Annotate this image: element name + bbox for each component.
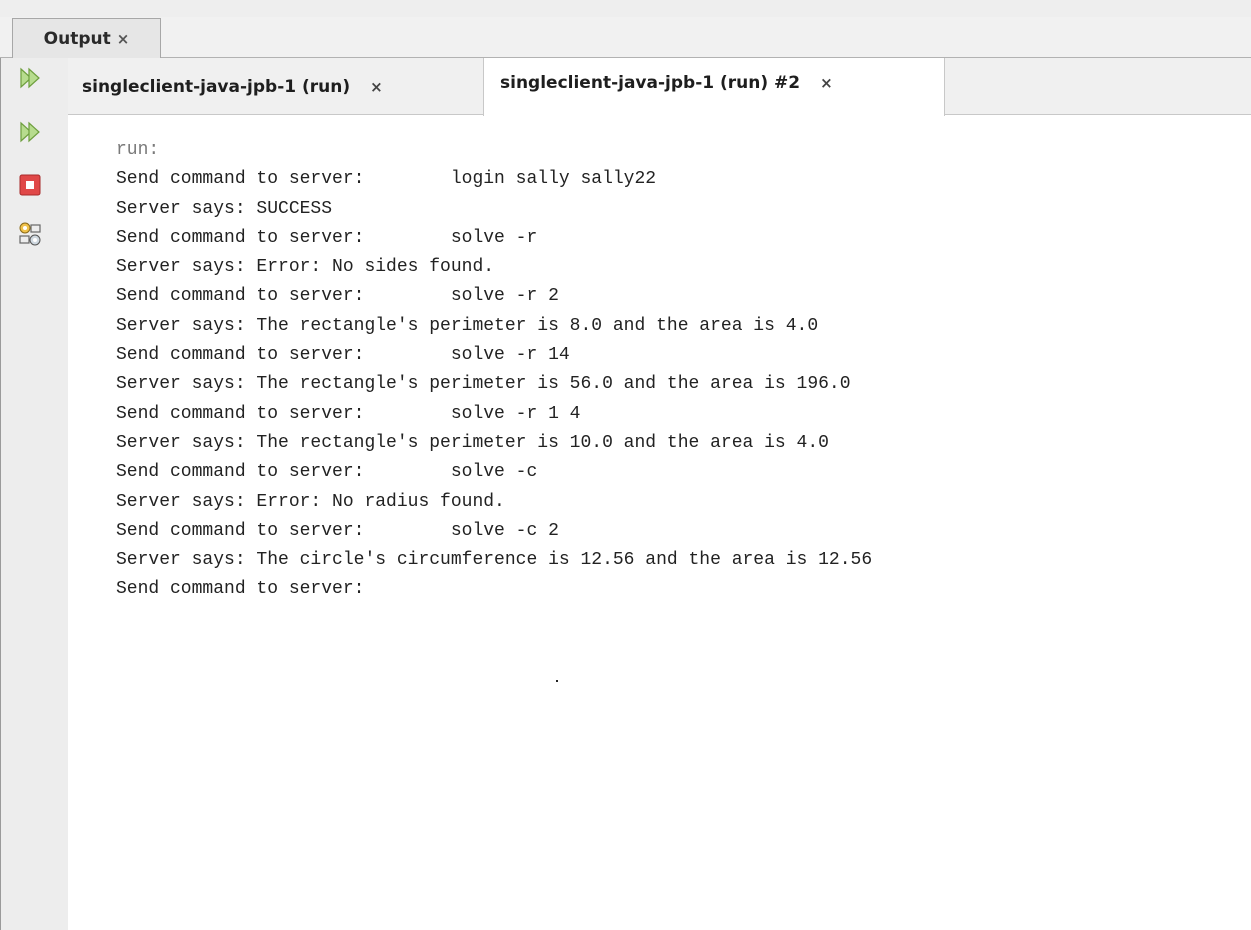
output-content: singleclient-java-jpb-1 (run) × singlecl… bbox=[68, 58, 1251, 930]
console-line: Server says: SUCCESS bbox=[116, 198, 333, 219]
rerun-icon bbox=[20, 67, 40, 89]
console-line: run: bbox=[116, 140, 160, 160]
rerun-with-options-icon bbox=[20, 121, 40, 143]
output-panel-header: Output × bbox=[0, 17, 1251, 58]
console-line: Send command to server: solve -r 2 bbox=[116, 286, 559, 307]
settings-icon bbox=[19, 222, 41, 246]
console-line: Server says: Error: No sides found. bbox=[116, 257, 495, 278]
stop-button[interactable] bbox=[18, 173, 42, 197]
tab-label: singleclient-java-jpb-1 (run) bbox=[82, 76, 351, 97]
settings-button[interactable] bbox=[18, 222, 42, 246]
tab-run-1[interactable]: singleclient-java-jpb-1 (run) × bbox=[68, 58, 483, 115]
console-line: Server says: The rectangle's perimeter i… bbox=[116, 432, 829, 453]
console-output[interactable]: run: Send command to server: login sally… bbox=[116, 136, 1236, 605]
close-icon[interactable]: × bbox=[370, 78, 383, 96]
text-caret bbox=[556, 680, 558, 682]
stop-icon bbox=[19, 174, 41, 196]
console-line: Send command to server: solve -r 14 bbox=[116, 345, 570, 366]
close-icon[interactable]: × bbox=[117, 30, 130, 48]
console-line: Send command to server: bbox=[116, 579, 365, 600]
console-line: Send command to server: solve -c bbox=[116, 462, 538, 483]
rerun-button[interactable] bbox=[18, 66, 42, 90]
console-line: Send command to server: solve -c 2 bbox=[116, 520, 559, 541]
output-toolbar bbox=[0, 58, 68, 930]
console-line: Server says: The circle's circumference … bbox=[116, 550, 873, 571]
console-line: Server says: The rectangle's perimeter i… bbox=[116, 374, 851, 395]
console-line: Send command to server: solve -r 1 4 bbox=[116, 403, 581, 424]
console-line: Send command to server: solve -r bbox=[116, 227, 538, 248]
window-top-strip bbox=[0, 0, 1251, 17]
tab-label: singleclient-java-jpb-1 (run) #2 bbox=[500, 73, 801, 93]
console-line: Server says: The rectangle's perimeter i… bbox=[116, 315, 819, 336]
console-line: Send command to server: login sally sall… bbox=[116, 169, 657, 190]
output-panel-tab[interactable]: Output × bbox=[12, 18, 161, 58]
rerun-with-options-button[interactable] bbox=[18, 120, 42, 144]
tab-run-2[interactable]: singleclient-java-jpb-1 (run) #2 × bbox=[483, 58, 945, 116]
output-panel-title: Output bbox=[43, 28, 111, 49]
close-icon[interactable]: × bbox=[820, 74, 833, 92]
output-tab-bar: singleclient-java-jpb-1 (run) × singlecl… bbox=[68, 58, 1251, 116]
console-line: Server says: Error: No radius found. bbox=[116, 491, 505, 512]
